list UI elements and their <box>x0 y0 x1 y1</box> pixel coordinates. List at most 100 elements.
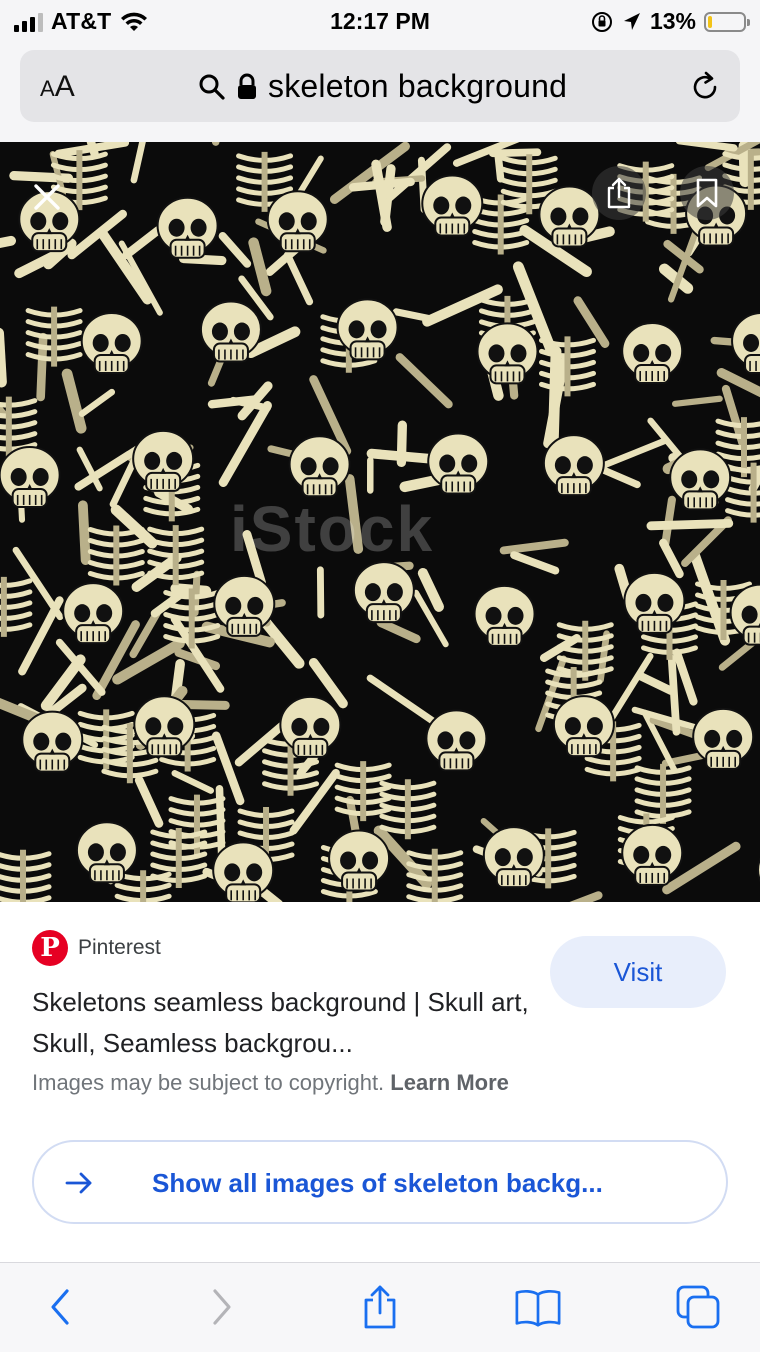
bookmarks-icon <box>515 1290 561 1327</box>
share-icon <box>607 177 631 209</box>
bone-shape <box>178 253 227 266</box>
show-all-images-button[interactable]: Show all images of skeleton backg... <box>32 1140 728 1224</box>
skull-shape <box>623 571 686 634</box>
bone-shape <box>134 775 164 828</box>
bone-shape <box>395 353 453 409</box>
rib-shape <box>0 398 38 408</box>
bone-shape <box>392 308 436 323</box>
bone-shape <box>0 327 7 388</box>
battery-icon <box>704 11 750 32</box>
bone-shape <box>130 142 146 184</box>
reload-icon[interactable] <box>688 70 722 104</box>
back-icon <box>51 1289 69 1325</box>
copyright-text: Images may be subject to copyright. <box>32 1070 385 1095</box>
reader-aa-button[interactable]: AA <box>40 70 75 104</box>
tabs-button[interactable] <box>674 1283 722 1331</box>
bone-shape <box>594 437 668 472</box>
copyright-notice: Images may be subject to copyright. Lear… <box>32 1070 509 1096</box>
address-field[interactable]: skeleton background <box>198 68 567 105</box>
forward-button[interactable] <box>198 1283 246 1331</box>
close-button[interactable] <box>20 170 74 224</box>
location-arrow-icon <box>623 12 640 30</box>
status-bar: AT&T 12:17 PM 13% <box>0 0 760 44</box>
orientation-lock-icon <box>591 11 612 32</box>
tabs-icon <box>676 1285 720 1329</box>
bone-shape <box>77 500 91 566</box>
bone-shape <box>248 237 272 297</box>
skull-shape <box>75 821 138 884</box>
skull-shape <box>552 695 615 758</box>
learn-more-link[interactable]: Learn More <box>390 1070 509 1095</box>
image-preview[interactable]: iStock <box>0 142 760 902</box>
skull-shape <box>421 174 484 237</box>
share-icon <box>364 1285 396 1329</box>
share-button[interactable] <box>356 1283 404 1331</box>
rib-shape <box>0 431 38 441</box>
bone-shape <box>510 551 560 575</box>
safari-toolbar <box>0 1262 760 1352</box>
close-icon <box>34 184 60 210</box>
pinterest-logo-icon: P <box>32 930 68 966</box>
bone-shape <box>78 388 116 417</box>
arrow-right-icon <box>65 1172 92 1194</box>
watermark: iStock <box>230 493 435 565</box>
bone-shape <box>122 226 163 260</box>
skull-shape <box>288 435 351 498</box>
skull-shape <box>729 583 760 646</box>
browser-header: AA skeleton background <box>0 44 760 142</box>
source-name: Pinterest <box>78 936 161 959</box>
skull-shape <box>692 707 755 770</box>
skull-shape <box>62 582 125 645</box>
bookmark-icon <box>696 178 718 208</box>
bone-shape <box>283 251 314 306</box>
rib-shape <box>0 420 38 430</box>
skull-shape <box>731 312 760 374</box>
bone-shape <box>371 159 392 232</box>
aa-large-label: A <box>54 70 75 103</box>
bone-shape <box>675 142 738 152</box>
lock-icon <box>238 73 256 99</box>
bone-shape <box>573 296 610 348</box>
bone-shape <box>61 368 87 434</box>
back-button[interactable] <box>36 1283 84 1331</box>
battery-percent: 13% <box>649 8 696 34</box>
status-right: 13% <box>590 8 750 35</box>
bone-shape <box>0 235 17 248</box>
bone-shape <box>672 648 698 706</box>
skull-shape <box>80 311 143 374</box>
bookmarks-button[interactable] <box>514 1283 562 1331</box>
bone-shape <box>636 672 675 695</box>
save-image-button[interactable] <box>680 166 734 220</box>
bone-shape <box>499 538 569 555</box>
skull-shape <box>476 322 539 385</box>
skull-shape <box>425 709 488 772</box>
bone-shape <box>422 284 503 327</box>
bone-shape <box>376 618 421 644</box>
bone-shape <box>667 654 681 736</box>
result-title[interactable]: Skeletons seamless background | Skull ar… <box>32 982 532 1064</box>
rib-shape <box>715 451 760 462</box>
bone-shape <box>493 144 505 183</box>
skull-shape <box>21 710 84 773</box>
visit-button[interactable]: Visit <box>550 936 726 1008</box>
address-bar[interactable]: AA skeleton background <box>20 50 740 122</box>
skull-shape <box>266 190 329 253</box>
skull-shape <box>621 823 684 886</box>
share-image-button[interactable] <box>592 166 646 220</box>
forward-icon <box>213 1289 231 1325</box>
skull-shape <box>621 322 684 385</box>
bone-shape <box>18 596 64 676</box>
skull-shape <box>0 445 61 508</box>
bone-shape <box>417 567 444 612</box>
skull-shape <box>669 448 732 511</box>
bone-shape <box>671 395 723 407</box>
source-row[interactable]: P Pinterest <box>32 930 161 966</box>
skull-shape <box>328 829 391 892</box>
bone-shape <box>646 518 734 531</box>
address-text: skeleton background <box>268 68 568 104</box>
bone-shape <box>569 891 603 902</box>
bone-shape <box>366 448 435 464</box>
skull-shape <box>542 434 605 497</box>
bone-shape <box>289 768 340 835</box>
skull-shape <box>473 584 536 647</box>
